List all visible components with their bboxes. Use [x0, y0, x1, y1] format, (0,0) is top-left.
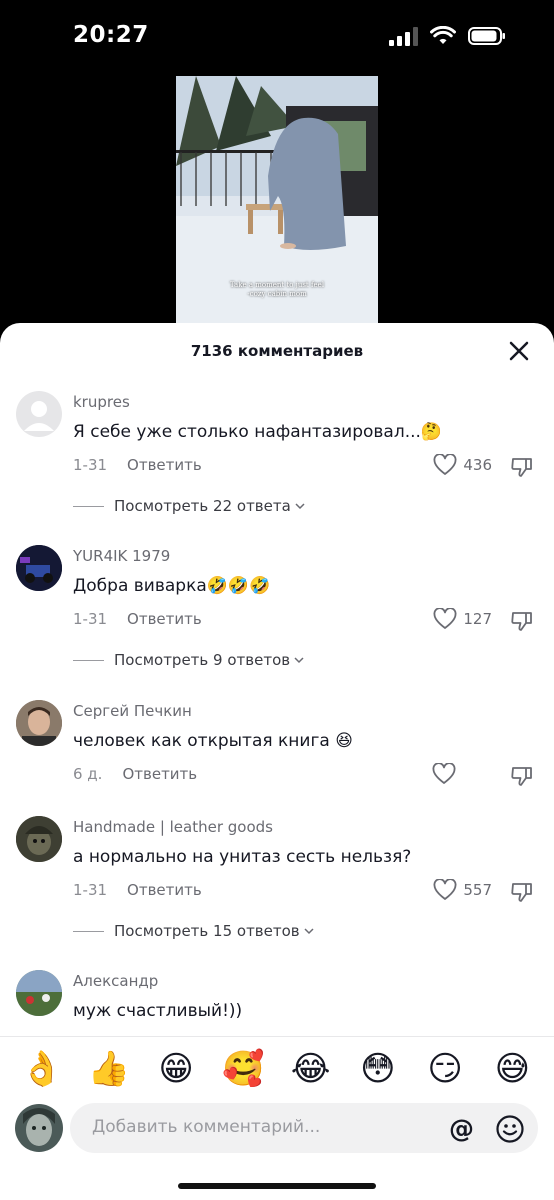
comment-text: человек как открытая книга 😆: [73, 731, 353, 751]
status-time: 20:27: [73, 22, 149, 48]
avatar[interactable]: [16, 816, 62, 862]
avatar[interactable]: [16, 700, 62, 746]
like-button[interactable]: 436: [433, 454, 492, 476]
heart-outline-icon: [433, 879, 457, 900]
avatar[interactable]: [16, 970, 62, 1016]
like-count: 557: [463, 881, 492, 899]
comment-username[interactable]: krupres: [73, 393, 130, 411]
comment-input-placeholder: Добавить комментарий...: [92, 1117, 321, 1137]
emoji-tears-of-joy[interactable]: 😂: [284, 1049, 338, 1089]
view-replies-button[interactable]: Посмотреть 9 ответов: [73, 651, 306, 669]
comment-meta: 1-31 Ответить: [73, 610, 202, 628]
emoji-smirk[interactable]: 😏: [418, 1049, 472, 1089]
chevron-down-icon: [304, 928, 314, 935]
avatar[interactable]: [16, 545, 62, 591]
video-thumbnail[interactable]: Take a moment to just feel -cozy cabin m…: [176, 76, 378, 336]
comment-text: муж счастливый!)): [73, 1001, 243, 1021]
reply-button[interactable]: Ответить: [127, 610, 202, 628]
comment-meta: 6 д. Ответить: [73, 765, 197, 783]
wifi-icon: [430, 26, 456, 44]
home-indicator[interactable]: [178, 1183, 376, 1189]
video-caption: Take a moment to just feel -cozy cabin m…: [229, 281, 325, 298]
smile-icon[interactable]: [495, 1114, 525, 1144]
chevron-down-icon: [294, 657, 304, 664]
view-replies-button[interactable]: Посмотреть 22 ответа: [73, 497, 307, 515]
thumbs-down-icon[interactable]: [510, 609, 534, 633]
heart-outline-icon: [432, 763, 456, 784]
comment-date: 1-31: [73, 456, 108, 474]
comment-username[interactable]: Александр: [73, 972, 158, 990]
comment-text: Добра виварка🤣🤣🤣: [73, 576, 271, 596]
emoji-sweat-smile[interactable]: 😅: [485, 1049, 539, 1089]
comment-meta: 1-31 Ответить: [73, 456, 202, 474]
comment-text: а нормально на унитаз сесть нельзя?: [73, 847, 412, 867]
heart-outline-icon: [433, 454, 457, 475]
reply-button[interactable]: Ответить: [127, 456, 202, 474]
comment-date: 6 д.: [73, 765, 103, 783]
comment-text: Я себе уже столько нафантазировал...🤔: [73, 422, 443, 442]
close-icon[interactable]: [506, 338, 532, 364]
heart-outline-icon: [433, 608, 457, 629]
avatar[interactable]: [16, 391, 62, 437]
comment-date: 1-31: [73, 610, 108, 628]
emoji-quick-bar: 👌 👍 😁 🥰 😂 😳 😏 😅: [0, 1036, 554, 1100]
comment-date: 1-31: [73, 881, 108, 899]
comments-count-title: 7136 комментариев: [190, 342, 364, 360]
mention-button[interactable]: @: [449, 1114, 474, 1143]
emoji-thumbs-up[interactable]: 👍: [82, 1049, 136, 1089]
signal-icon: [389, 26, 418, 46]
thumbs-down-icon[interactable]: [510, 455, 534, 479]
comment-input[interactable]: Добавить комментарий... @: [70, 1103, 538, 1153]
video-area[interactable]: Take a moment to just feel -cozy cabin m…: [0, 74, 554, 336]
like-button[interactable]: [432, 763, 492, 785]
view-replies-button[interactable]: Посмотреть 15 ответов: [73, 922, 316, 940]
chevron-down-icon: [295, 503, 305, 510]
comment-username[interactable]: Handmade | leather goods: [73, 818, 273, 836]
thumbs-down-icon[interactable]: [510, 880, 534, 904]
like-button[interactable]: 557: [433, 879, 492, 901]
comment-meta: 1-31 Ответить: [73, 881, 202, 899]
like-button[interactable]: 127: [433, 608, 492, 630]
emoji-grin[interactable]: 😁: [149, 1049, 203, 1089]
comment-username[interactable]: YUR4IK 1979: [73, 547, 170, 565]
like-count: 127: [463, 610, 492, 628]
status-bar: 20:27: [0, 0, 554, 74]
emoji-ok-hand[interactable]: 👌: [15, 1049, 69, 1089]
reply-button[interactable]: Ответить: [122, 765, 197, 783]
status-icons: [389, 26, 506, 46]
my-avatar[interactable]: [15, 1104, 63, 1152]
comment-username[interactable]: Сергей Печкин: [73, 702, 192, 720]
emoji-flushed[interactable]: 😳: [351, 1049, 405, 1089]
battery-icon: [468, 27, 505, 45]
thumbs-down-icon[interactable]: [510, 764, 534, 788]
like-count: 436: [463, 456, 492, 474]
emoji-hearts[interactable]: 🥰: [216, 1049, 270, 1089]
reply-button[interactable]: Ответить: [127, 881, 202, 899]
